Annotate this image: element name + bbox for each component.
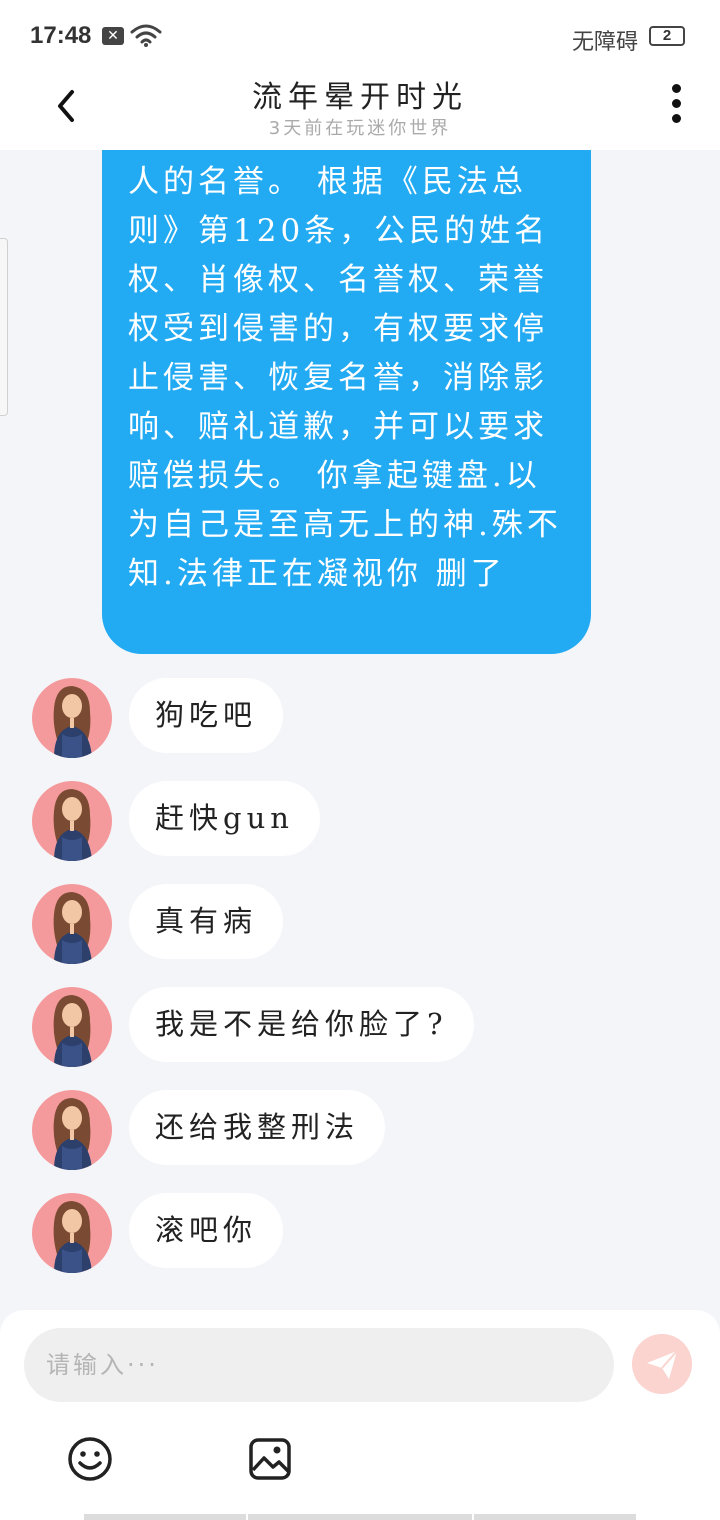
received-message-bubble[interactable]: 真有病	[129, 884, 284, 959]
contact-avatar[interactable]	[32, 1193, 112, 1273]
sent-message-bubble[interactable]: 人的名誉。 根据《民法总则》第120条，公民的姓名权、肖像权、名誉权、荣誉权受到…	[102, 150, 591, 654]
received-message-bubble[interactable]: 还给我整刑法	[129, 1090, 386, 1165]
nav-bar-segment	[84, 1514, 246, 1520]
contact-avatar[interactable]	[32, 987, 112, 1067]
status-time: 17:48	[30, 22, 92, 49]
received-message-bubble[interactable]: 我是不是给你脸了?	[129, 987, 474, 1062]
received-message-bubble[interactable]: 滚吧你	[129, 1193, 284, 1268]
contact-avatar[interactable]	[32, 1090, 112, 1170]
nav-bar-segment	[248, 1514, 472, 1520]
status-bar: 17:48 ✕ 无障碍 2	[0, 0, 720, 70]
contact-avatar[interactable]	[32, 678, 112, 758]
contact-status: 3天前在玩迷你世界	[268, 118, 452, 139]
received-message-bubble[interactable]: 狗吃吧	[129, 678, 284, 753]
x-box-icon: ✕	[102, 27, 124, 45]
contact-avatar[interactable]	[32, 781, 112, 861]
image-icon[interactable]	[246, 1435, 294, 1483]
contact-avatar[interactable]	[32, 884, 112, 964]
side-drawer-handle[interactable]	[0, 238, 8, 416]
composer-panel	[0, 1310, 720, 1520]
message-list[interactable]: 人的名誉。 根据《民法总则》第120条，公民的姓名权、肖像权、名誉权、荣誉权受到…	[0, 150, 720, 1310]
more-vertical-icon[interactable]	[660, 80, 694, 128]
contact-name: 流年晕开时光	[252, 80, 468, 115]
smiley-icon[interactable]	[66, 1435, 114, 1483]
wifi-icon	[130, 24, 162, 47]
paper-plane-icon	[647, 1350, 678, 1379]
send-button[interactable]	[632, 1334, 692, 1394]
received-message-bubble[interactable]: 赶快gun	[129, 781, 320, 856]
nav-bar-segment	[474, 1514, 636, 1520]
message-input[interactable]	[24, 1328, 614, 1402]
accessibility-label: 无障碍	[572, 30, 639, 55]
battery-badge: 2	[649, 26, 685, 46]
chat-header: 流年晕开时光 3天前在玩迷你世界	[0, 70, 720, 150]
